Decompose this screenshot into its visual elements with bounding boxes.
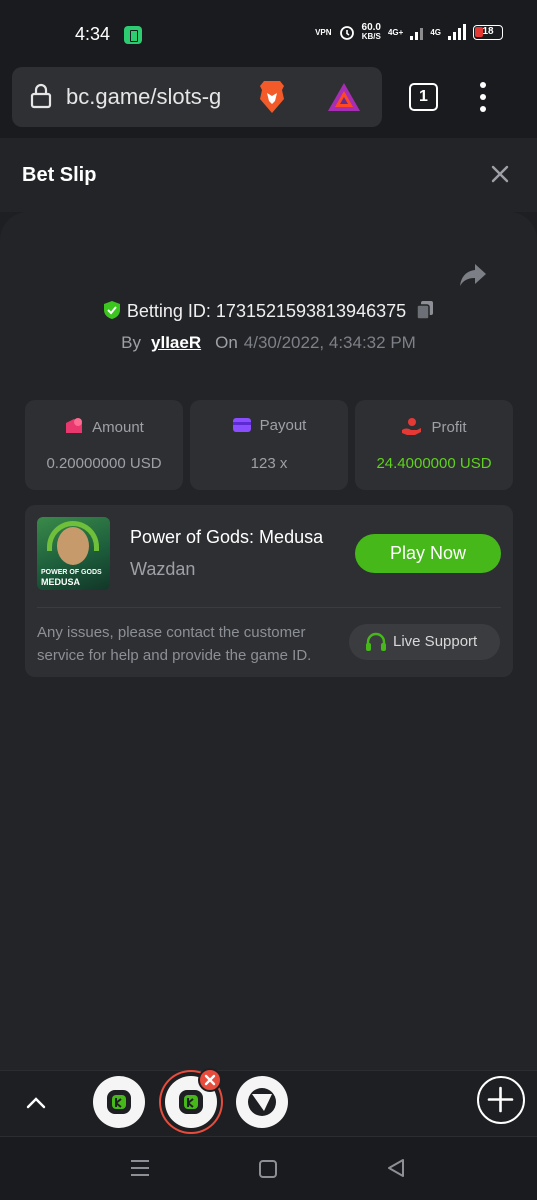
share-icon[interactable] — [458, 262, 488, 288]
profit-stat: Profit 24.4000000 USD — [355, 400, 513, 490]
thumbnail-title-top: POWER OF GODS — [41, 569, 102, 576]
system-nav-bar — [0, 1136, 537, 1200]
profit-hand-icon — [402, 418, 422, 435]
back-triangle-icon[interactable] — [386, 1158, 406, 1178]
bet-slip-header: Bet Slip — [0, 138, 537, 212]
profit-label: Profit — [431, 419, 467, 436]
betting-id-label: Betting ID: — [126, 301, 211, 321]
net-speed: 60.0 KB/S — [361, 23, 381, 42]
recents-menu-icon[interactable] — [130, 1159, 150, 1177]
vpn-icon: VPN — [315, 27, 332, 37]
url-text[interactable]: bc.game/slots-g — [66, 84, 244, 110]
plus-icon — [487, 1086, 514, 1113]
signal-a-icon — [410, 24, 424, 40]
bettor-row: By ylIaeR On 4/30/2022, 4:34:32 PM — [0, 333, 537, 353]
copy-icon[interactable] — [416, 300, 434, 320]
payout-value: 123 x — [250, 455, 288, 472]
verified-shield-icon — [103, 301, 120, 319]
browser-toolbar: bc.game/slots-g 1 — [0, 66, 537, 138]
payout-label: Payout — [259, 417, 307, 434]
live-support-button[interactable]: Live Support — [349, 624, 500, 660]
game-card: POWER OF GODS MEDUSA Power of Gods: Medu… — [25, 505, 513, 677]
battery-saver-icon — [124, 26, 142, 44]
amount-icon — [66, 418, 83, 433]
payout-card-icon — [232, 418, 251, 432]
betting-id-value: 1731521593813946375 — [215, 301, 407, 321]
browser-menu-button[interactable] — [478, 82, 488, 112]
live-support-label: Live Support — [393, 633, 478, 650]
play-now-button[interactable]: Play Now — [355, 534, 501, 573]
lock-icon — [30, 83, 52, 109]
on-label: On — [215, 333, 238, 352]
game-provider: Wazdan — [130, 559, 196, 579]
game-thumbnail[interactable]: POWER OF GODS MEDUSA — [37, 517, 110, 590]
close-tab-icon[interactable] — [198, 1068, 222, 1092]
new-tab-button[interactable] — [477, 1076, 525, 1124]
by-label: By — [121, 333, 142, 352]
thumbnail-title-bottom: MEDUSA — [41, 577, 81, 587]
brave-rewards-icon[interactable] — [326, 81, 362, 113]
site-favicon-icon — [248, 1088, 276, 1116]
support-help-text: Any issues, please contact the customer … — [37, 624, 312, 664]
close-icon[interactable] — [490, 164, 510, 184]
username-link[interactable]: ylIaeR — [151, 333, 201, 352]
battery-icon: 18 — [473, 24, 503, 40]
battery-level: 18 — [482, 25, 494, 37]
amount-stat: Amount 0.20000000 USD — [25, 400, 183, 490]
signal-b-icon — [448, 24, 466, 40]
network-a-label: 4G+ — [387, 27, 404, 37]
address-bar[interactable]: bc.game/slots-g — [12, 67, 382, 127]
status-bar: 4:34 VPN 60.0 KB/S 4G+ 4G 18 — [0, 0, 537, 66]
tab-other[interactable] — [236, 1076, 288, 1128]
page-title: Bet Slip — [22, 164, 97, 186]
tab-switcher-button[interactable]: 1 — [409, 83, 438, 111]
headset-icon — [366, 632, 386, 651]
amount-label: Amount — [92, 419, 144, 436]
status-time: 4:34 — [75, 24, 111, 44]
browser-tab-strip — [0, 1068, 537, 1136]
brave-shields-icon[interactable] — [255, 79, 289, 115]
payout-stat: Payout 123 x — [190, 400, 348, 490]
bcgame-favicon-icon — [107, 1090, 131, 1114]
game-title: Power of Gods: Medusa — [130, 527, 324, 547]
net-speed-unit: KB/S — [361, 32, 381, 41]
home-square-icon[interactable] — [258, 1159, 278, 1179]
amount-value: 0.20000000 USD — [46, 455, 162, 472]
status-icons: VPN 60.0 KB/S 4G+ 4G 18 — [315, 23, 503, 41]
network-b-label: 4G — [430, 27, 441, 37]
profit-value: 24.4000000 USD — [376, 455, 492, 472]
bet-date: 4/30/2022, 4:34:32 PM — [243, 333, 416, 352]
alarm-icon — [339, 26, 354, 40]
chevron-up-icon[interactable] — [24, 1091, 48, 1115]
tab-bcgame-1[interactable] — [93, 1076, 145, 1128]
divider — [37, 607, 501, 608]
betting-id-row: Betting ID: 1731521593813946375 — [0, 300, 537, 324]
